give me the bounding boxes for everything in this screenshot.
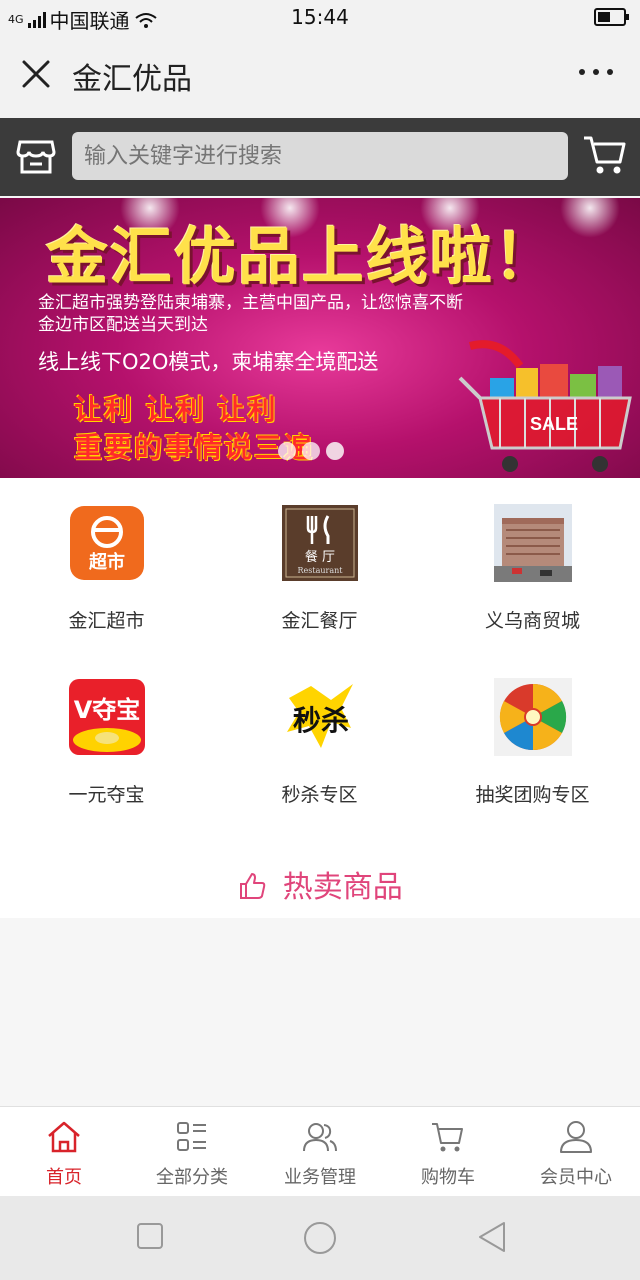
category-treasure[interactable]: V夺宝 一元夺宝 xyxy=(0,678,213,807)
stage-light xyxy=(560,198,620,238)
banner-line-1b: 金边市区配送当天到达 xyxy=(38,315,208,335)
tab-label: 会员中心 xyxy=(540,1167,612,1188)
lottery-wheel-icon xyxy=(493,678,572,756)
tab-label: 首页 xyxy=(46,1167,82,1188)
user-icon xyxy=(560,1121,592,1153)
category-supermarket[interactable]: 超市 金汇超市 xyxy=(0,504,213,633)
supermarket-icon: 超市 xyxy=(68,504,146,582)
tab-label: 购物车 xyxy=(421,1167,475,1188)
tab-label: 业务管理 xyxy=(284,1167,356,1188)
promo-banner[interactable]: 金汇优品上线啦！ 金汇超市强势登陆柬埔寨，主营中国产品，让您惊喜不断 金边市区配… xyxy=(0,198,640,478)
category-label: 秒杀专区 xyxy=(281,784,358,806)
carousel-dot-active[interactable] xyxy=(326,442,344,460)
category-label: 义乌商贸城 xyxy=(484,610,580,632)
carousel-dot[interactable] xyxy=(278,442,296,460)
svg-text:Restaurant: Restaurant xyxy=(297,566,343,575)
search-bar xyxy=(0,118,640,196)
treasure-icon: V夺宝 xyxy=(68,678,146,756)
carousel-dot[interactable] xyxy=(302,442,320,460)
tab-member-center[interactable]: 会员中心 xyxy=(512,1107,640,1197)
back-icon[interactable] xyxy=(476,1220,508,1254)
more-options-icon[interactable] xyxy=(576,64,616,80)
category-label: 抽奖团购专区 xyxy=(475,784,590,806)
hot-section-label: 热卖商品 xyxy=(282,870,403,905)
banner-line-3: 让利 让利 让利 xyxy=(74,393,278,426)
category-yiwu-mall[interactable]: 义乌商贸城 xyxy=(426,504,639,633)
search-input[interactable] xyxy=(72,132,568,180)
recent-apps-icon[interactable] xyxy=(136,1222,166,1252)
thumbs-up-icon xyxy=(240,873,266,899)
users-icon xyxy=(303,1123,337,1152)
restaurant-icon: 餐 厅 Restaurant xyxy=(281,504,359,582)
home-circle-icon[interactable] xyxy=(302,1220,338,1256)
bottom-tab-bar: 首页 全部分类 业务管理 购物车 会员中心 xyxy=(0,1106,640,1197)
mall-building-icon xyxy=(493,504,572,582)
status-bar: 4G 中国联通 15:44 xyxy=(0,0,640,34)
cart-icon xyxy=(432,1123,463,1152)
banner-line-2: 线上线下O2O模式，柬埔寨全境配送 xyxy=(38,350,379,374)
shopping-cart-illustration: SALE xyxy=(458,340,632,472)
cart-icon[interactable] xyxy=(582,132,628,178)
banner-headline: 金汇优品上线啦！ xyxy=(46,220,559,293)
system-nav-bar xyxy=(0,1196,640,1280)
store-icon[interactable] xyxy=(14,134,58,178)
category-flash-sale[interactable]: 秒杀 秒杀专区 xyxy=(213,678,426,807)
category-grid: 超市 金汇超市 餐 厅 Restaurant 金汇餐厅 义乌商贸城 V夺宝 一元… xyxy=(0,478,640,918)
tab-business[interactable]: 业务管理 xyxy=(256,1107,384,1197)
svg-text:超市: 超市 xyxy=(89,551,125,573)
close-icon[interactable] xyxy=(18,56,54,92)
svg-text:V夺宝: V夺宝 xyxy=(73,696,140,724)
tab-all-categories[interactable]: 全部分类 xyxy=(128,1107,256,1197)
svg-text:餐 厅: 餐 厅 xyxy=(304,549,334,565)
tab-cart[interactable]: 购物车 xyxy=(384,1107,512,1197)
category-label: 一元夺宝 xyxy=(68,784,145,806)
banner-line-1: 金汇超市强势登陆柬埔寨，主营中国产品，让您惊喜不断 金边市区配送当天到达 xyxy=(38,292,468,336)
flash-sale-icon: 秒杀 xyxy=(280,678,359,756)
tab-home[interactable]: 首页 xyxy=(0,1107,128,1197)
category-label: 金汇超市 xyxy=(68,610,145,632)
battery-icon xyxy=(594,7,630,31)
title-bar: 金汇优品 xyxy=(0,34,640,118)
category-grid-icon xyxy=(177,1122,206,1151)
hot-section-title[interactable]: 热卖商品 xyxy=(0,862,640,906)
home-icon xyxy=(48,1121,80,1153)
category-lottery-group[interactable]: 抽奖团购专区 xyxy=(426,678,639,807)
tab-label: 全部分类 xyxy=(156,1167,228,1188)
banner-line-1a: 金汇超市强势登陆柬埔寨，主营中国产品，让您惊喜不断 xyxy=(38,293,463,313)
status-time: 15:44 xyxy=(291,5,349,29)
page-title: 金汇优品 xyxy=(72,62,192,97)
category-restaurant[interactable]: 餐 厅 Restaurant 金汇餐厅 xyxy=(213,504,426,633)
category-label: 金汇餐厅 xyxy=(281,610,358,632)
svg-text:秒杀: 秒杀 xyxy=(292,704,348,737)
carousel-dots xyxy=(278,442,344,460)
sale-tag: SALE xyxy=(530,414,578,434)
